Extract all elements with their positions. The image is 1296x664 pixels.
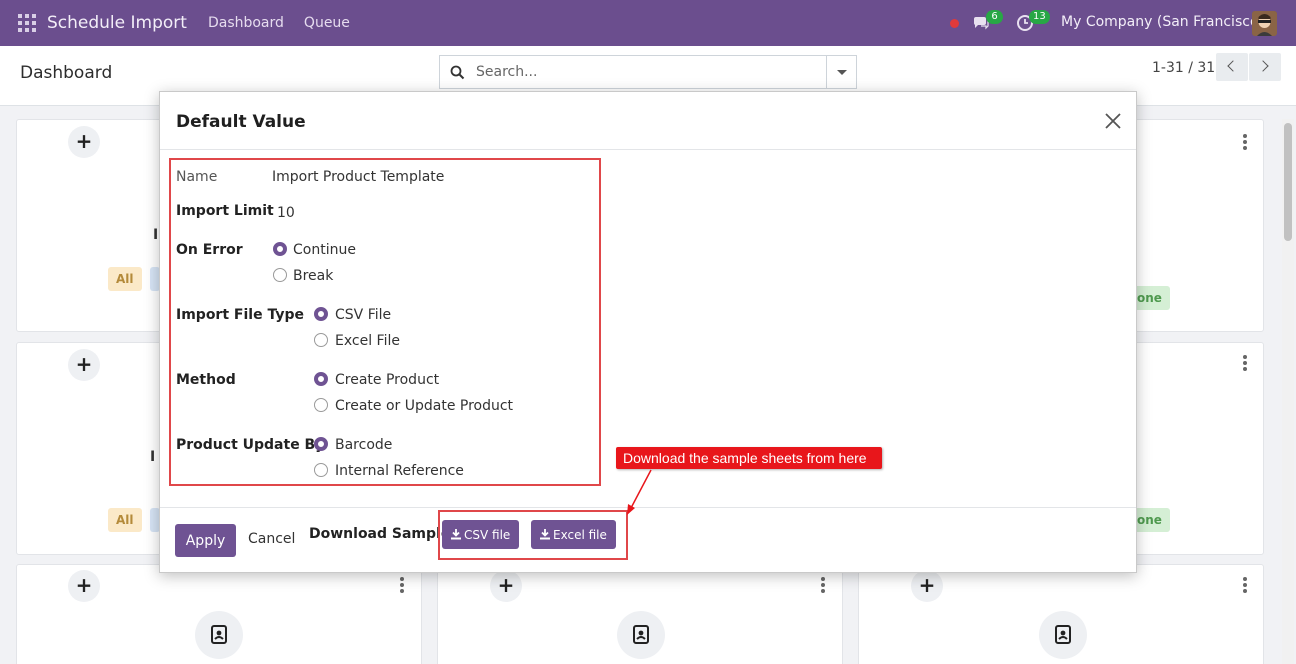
- breadcrumb: Dashboard: [20, 63, 113, 83]
- radio-continue[interactable]: [273, 242, 287, 256]
- tag-all[interactable]: All: [108, 508, 142, 532]
- kebab-menu-icon[interactable]: [1243, 577, 1247, 593]
- kebab-menu-icon[interactable]: [1243, 134, 1247, 150]
- apply-button[interactable]: Apply: [175, 524, 236, 557]
- dialog-header: Default Value: [160, 92, 1136, 150]
- download-csv-label: CSV file: [464, 527, 511, 542]
- download-excel-button[interactable]: Excel file: [531, 520, 616, 549]
- add-icon[interactable]: +: [68, 570, 100, 602]
- menu-queue[interactable]: Queue: [304, 15, 350, 31]
- top-navbar: Schedule Import Dashboard Queue 6 13 My …: [0, 0, 1296, 46]
- kanban-card[interactable]: +: [437, 564, 843, 664]
- radio-csv-file-label[interactable]: CSV File: [335, 307, 391, 323]
- download-excel-label: Excel file: [553, 527, 607, 542]
- add-icon[interactable]: +: [68, 349, 100, 381]
- cancel-button[interactable]: Cancel: [248, 531, 295, 547]
- app-title[interactable]: Schedule Import: [47, 13, 187, 33]
- messages-count-badge: 6: [986, 10, 1003, 24]
- status-dot-icon[interactable]: [950, 19, 959, 28]
- update-by-label: Product Update By: [176, 437, 325, 453]
- download-icon: [540, 529, 550, 540]
- company-switcher[interactable]: My Company (San Francisco): [1061, 14, 1264, 30]
- radio-barcode[interactable]: [314, 437, 328, 451]
- method-label: Method: [176, 372, 236, 388]
- file-type-label: Import File Type: [176, 307, 304, 323]
- radio-break-label[interactable]: Break: [293, 268, 333, 284]
- download-sample-label: Download Sample:: [309, 526, 456, 542]
- radio-excel-file-label[interactable]: Excel File: [335, 333, 400, 349]
- search-bar[interactable]: [439, 55, 857, 89]
- kanban-card[interactable]: +: [16, 564, 422, 664]
- card-title-fragment: I: [153, 227, 159, 243]
- user-avatar[interactable]: [1252, 11, 1277, 36]
- chevron-right-icon: [1257, 60, 1269, 72]
- radio-create-product-label[interactable]: Create Product: [335, 372, 439, 388]
- contact-book-icon: [195, 611, 243, 659]
- import-limit-label: Import Limit: [176, 203, 274, 219]
- kanban-card[interactable]: +: [858, 564, 1264, 664]
- search-icon: [450, 65, 465, 80]
- kebab-menu-icon[interactable]: [400, 577, 404, 593]
- annotation-arrow-icon: [627, 469, 652, 515]
- import-limit-input[interactable]: 10: [277, 205, 295, 221]
- radio-barcode-label[interactable]: Barcode: [335, 437, 392, 453]
- search-input[interactable]: [476, 62, 816, 82]
- name-label: Name: [176, 169, 218, 185]
- kebab-menu-icon[interactable]: [1243, 355, 1247, 371]
- radio-break[interactable]: [273, 268, 287, 282]
- on-error-label: On Error: [176, 242, 243, 258]
- add-icon[interactable]: +: [490, 570, 522, 602]
- radio-create-or-update[interactable]: [314, 398, 328, 412]
- name-value: Import Product Template: [272, 169, 445, 185]
- close-icon[interactable]: [1104, 112, 1122, 130]
- radio-csv-file[interactable]: [314, 307, 328, 321]
- kebab-menu-icon[interactable]: [821, 577, 825, 593]
- radio-create-or-update-label[interactable]: Create or Update Product: [335, 398, 513, 414]
- radio-create-product[interactable]: [314, 372, 328, 386]
- pager-next-button[interactable]: [1249, 53, 1281, 81]
- annotation-callout: Download the sample sheets from here: [616, 447, 882, 469]
- apps-menu-icon[interactable]: [18, 14, 36, 32]
- card-title-fragment: I: [150, 449, 156, 465]
- download-icon: [451, 529, 461, 540]
- contact-book-icon: [1039, 611, 1087, 659]
- pager-value[interactable]: 1-31 / 31: [1152, 60, 1215, 76]
- radio-internal-reference-label[interactable]: Internal Reference: [335, 463, 464, 479]
- scrollbar-thumb[interactable]: [1284, 123, 1292, 241]
- dialog-title: Default Value: [176, 112, 306, 132]
- page-scrollbar[interactable]: [1282, 119, 1294, 664]
- radio-internal-reference[interactable]: [314, 463, 328, 477]
- download-csv-button[interactable]: CSV file: [442, 520, 520, 549]
- menu-dashboard[interactable]: Dashboard: [208, 15, 284, 31]
- activities-count-badge: 13: [1029, 10, 1050, 24]
- contact-book-icon: [617, 611, 665, 659]
- add-icon[interactable]: +: [68, 126, 100, 158]
- radio-continue-label[interactable]: Continue: [293, 242, 356, 258]
- search-options-toggle[interactable]: [826, 56, 856, 88]
- radio-excel-file[interactable]: [314, 333, 328, 347]
- add-icon[interactable]: +: [911, 570, 943, 602]
- pager-previous-button[interactable]: [1216, 53, 1248, 81]
- chevron-left-icon: [1227, 60, 1239, 72]
- tag-all[interactable]: All: [108, 267, 142, 291]
